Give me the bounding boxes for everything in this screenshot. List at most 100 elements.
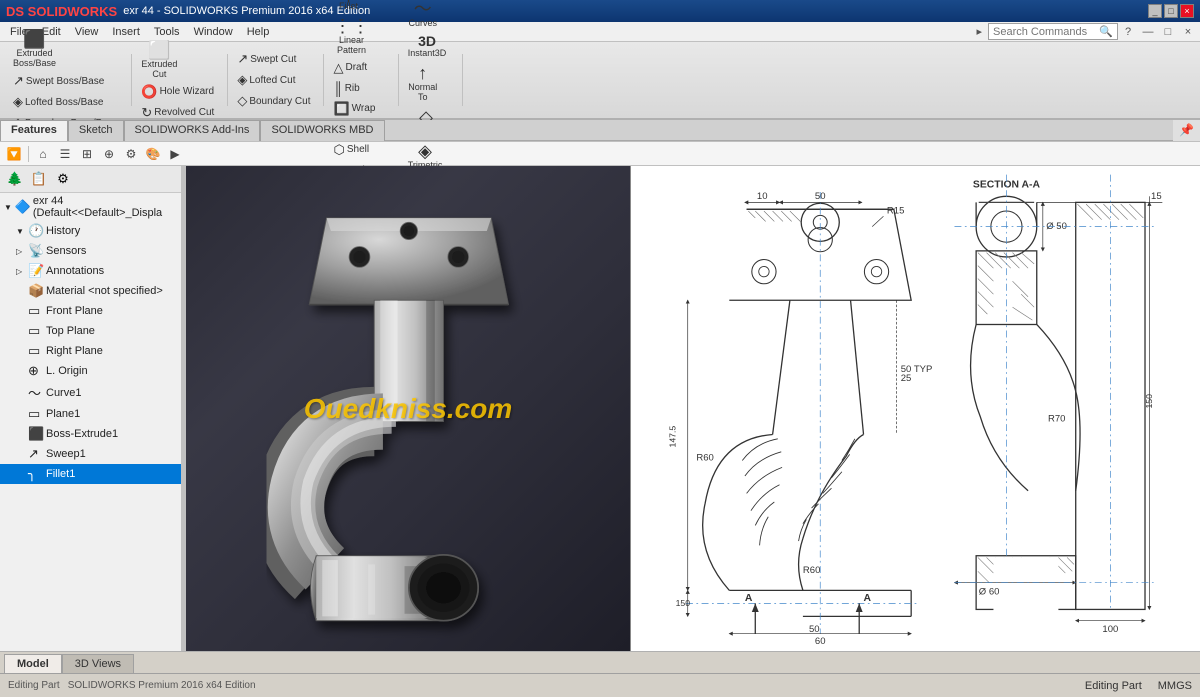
curves-button[interactable]: 〜 Curves	[403, 0, 443, 31]
extruded-boss-base-button[interactable]: ⬛ ExtrudedBoss/Base	[8, 27, 61, 71]
home-icon[interactable]: ⌂	[33, 144, 53, 164]
drawing-area: 10 50 R15 R60 50 TYP 25 147.5 150 60	[630, 166, 1200, 651]
linear-pattern-button[interactable]: ⋮⋮ LinearPattern	[328, 14, 374, 58]
extruded-boss-icon: ⬛	[23, 30, 45, 48]
tree-top-plane[interactable]: ▭ Top Plane	[0, 321, 181, 341]
boss-extrude1-label: Boss-Extrude1	[46, 428, 118, 440]
origin-icon: ⊕	[28, 363, 44, 379]
minimize-button[interactable]: _	[1148, 4, 1162, 18]
search-box[interactable]: 🔍	[988, 23, 1118, 40]
tab-3d-views[interactable]: 3D Views	[62, 654, 134, 673]
solidworks-edition-label: SOLIDWORKS Premium 2016 x64 Edition	[68, 680, 256, 691]
ribbon: ⬛ ExtrudedBoss/Base ↗ Swept Boss/Base ◈ …	[0, 42, 1200, 120]
tree-sensors[interactable]: ▷ 📡 Sensors	[0, 241, 181, 261]
restore-icon[interactable]: □	[1160, 24, 1176, 40]
minimize-icon[interactable]: —	[1140, 24, 1156, 40]
right-plane-label: Right Plane	[46, 345, 103, 357]
search-icon[interactable]: 🔍	[1099, 25, 1113, 38]
wrap-button[interactable]: 🔲 Wrap	[328, 99, 380, 119]
tree-curve1[interactable]: 〜 Curve1	[0, 381, 181, 404]
pin-icon[interactable]: 📌	[1173, 120, 1200, 141]
svg-text:R15: R15	[887, 206, 904, 217]
svg-text:Ø 60: Ø 60	[979, 587, 1000, 598]
svg-text:50: 50	[809, 624, 820, 635]
tree-sweep1[interactable]: ↗ Sweep1	[0, 444, 181, 464]
annotations-label: Annotations	[46, 265, 104, 277]
curve1-label: Curve1	[46, 387, 81, 399]
filter-icon[interactable]: 🔽	[4, 144, 24, 164]
target-icon[interactable]: ⊕	[99, 144, 119, 164]
title-bar-controls[interactable]: _ □ ×	[1148, 4, 1194, 18]
linear-pattern-icon: ⋮⋮	[333, 17, 369, 35]
config-icon[interactable]: ⚙	[52, 168, 74, 190]
boss-extrude1-icon: ⬛	[28, 426, 44, 442]
tab-solidworks-mbd[interactable]: SOLIDWORKS MBD	[260, 120, 384, 141]
swept-cut-group: ↗ Swept Cut ◈ Lofted Cut ◇ Boundary Cut	[232, 54, 324, 106]
cut-group: ⬜ ExtrudedCut ⭕ Hole Wizard ↻ Revolved C…	[136, 54, 228, 106]
swept-cut-button[interactable]: ↗ Swept Cut	[232, 49, 315, 69]
menu-window[interactable]: Window	[188, 24, 239, 40]
menu-help[interactable]: Help	[241, 24, 276, 40]
grid-icon[interactable]: ⊞	[77, 144, 97, 164]
curves-icon: 〜	[414, 0, 432, 18]
sidebar-icons: 🌲 📋 ⚙	[0, 166, 181, 193]
tab-features[interactable]: Features	[0, 120, 68, 141]
list-icon[interactable]: ☰	[55, 144, 75, 164]
search-input[interactable]	[993, 26, 1099, 38]
close-icon[interactable]: ×	[1180, 24, 1196, 40]
front-plane-label: Front Plane	[46, 305, 103, 317]
tree-annotations[interactable]: ▷ 📝 Annotations	[0, 261, 181, 281]
history-icon: 🕐	[28, 223, 44, 239]
history-label: History	[46, 225, 80, 237]
settings-icon[interactable]: ⚙	[121, 144, 141, 164]
instant3d-button[interactable]: 3D Instant3D	[403, 31, 452, 61]
tree-material[interactable]: 📦 Material <not specified>	[0, 281, 181, 301]
draft-button[interactable]: △ Draft	[328, 58, 380, 78]
tree-plane1[interactable]: ▭ Plane1	[0, 404, 181, 424]
top-plane-label: Top Plane	[46, 325, 95, 337]
tree-history[interactable]: ▼ 🕐 History	[0, 221, 181, 241]
tree-boss-extrude1[interactable]: ⬛ Boss-Extrude1	[0, 424, 181, 444]
help-icon[interactable]: ?	[1120, 24, 1136, 40]
feature-tree-panel: 🌲 📋 ⚙ ▼ 🔷 exr 44 (Default<<Default>_Disp…	[0, 166, 182, 651]
tab-model[interactable]: Model	[4, 654, 62, 673]
close-button[interactable]: ×	[1180, 4, 1194, 18]
tab-sketch[interactable]: Sketch	[68, 120, 124, 141]
status-bar: Editing Part SOLIDWORKS Premium 2016 x64…	[0, 673, 1200, 697]
rib-button[interactable]: ║ Rib	[328, 79, 380, 98]
tree-root-item[interactable]: ▼ 🔷 exr 44 (Default<<Default>_Displa	[0, 193, 181, 221]
lofted-boss-base-button[interactable]: ◈ Lofted Boss/Base	[8, 92, 123, 112]
property-icon[interactable]: 📋	[28, 168, 50, 190]
swept-boss-base-button[interactable]: ↗ Swept Boss/Base	[8, 71, 123, 91]
tree-fillet1[interactable]: ╮ Fillet1	[0, 464, 181, 484]
swept-cut-icon: ↗	[237, 51, 248, 67]
expand-icon[interactable]: ▶	[165, 144, 185, 164]
annotations-icon: 📝	[28, 263, 44, 279]
menu-view[interactable]: View	[69, 24, 105, 40]
maximize-button[interactable]: □	[1164, 4, 1178, 18]
boundary-cut-button[interactable]: ◇ Boundary Cut	[232, 91, 315, 111]
fillet-button[interactable]: ╮ Fillet	[328, 0, 368, 14]
right-plane-icon: ▭	[28, 343, 44, 359]
tree-front-plane[interactable]: ▭ Front Plane	[0, 301, 181, 321]
svg-text:60: 60	[815, 636, 826, 647]
help-icons: ? — □ ×	[1120, 24, 1196, 40]
lofted-cut-icon: ◈	[237, 72, 247, 88]
rib-icon: ║	[333, 81, 342, 96]
curve1-icon: 〜	[28, 383, 44, 402]
hole-wizard-button[interactable]: ⭕ Hole Wizard	[136, 82, 219, 102]
tree-right-plane[interactable]: ▭ Right Plane	[0, 341, 181, 361]
tree-origin[interactable]: ⊕ L. Origin	[0, 361, 181, 381]
lofted-cut-button[interactable]: ◈ Lofted Cut	[232, 70, 315, 90]
tab-solidworks-addins[interactable]: SOLIDWORKS Add-Ins	[124, 120, 261, 141]
tree-icon[interactable]: 🌲	[4, 168, 26, 190]
3d-viewport[interactable]: Ouedkniss.com	[186, 166, 630, 651]
shell-button[interactable]: ⬡ Shell	[328, 140, 389, 160]
svg-text:25: 25	[901, 373, 912, 384]
normal-to-button[interactable]: ↑ NormalTo	[403, 61, 443, 105]
extruded-cut-button[interactable]: ⬜ ExtrudedCut	[136, 38, 182, 82]
pipe-3d-model	[186, 166, 630, 651]
features-group: ╮ Fillet ⋮⋮ LinearPattern △ Draft ║ Rib …	[328, 54, 398, 106]
wrap-icon: 🔲	[333, 101, 349, 117]
color-icon[interactable]: 🎨	[143, 144, 163, 164]
